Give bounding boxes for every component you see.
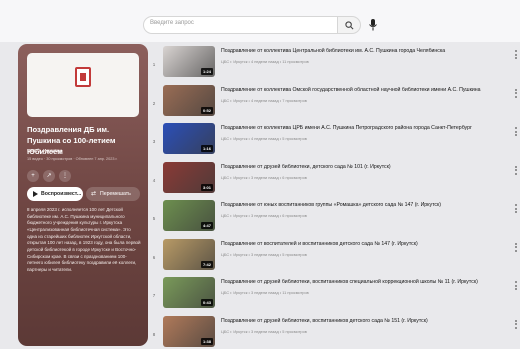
video-thumbnail[interactable]: 7:42 (163, 238, 215, 270)
video-more-icon[interactable] (515, 204, 518, 214)
playlist-video-row[interactable]: 8 1:38 Поздравление от друзей библиотеки, … (150, 314, 520, 349)
playlist-channel[interactable]: ЦБС г. Иркутск (27, 149, 62, 154)
save-playlist-icon[interactable]: + (27, 170, 39, 182)
video-title[interactable]: Поздравление от друзей библиотеки, воспи… (221, 318, 516, 324)
play-icon (33, 191, 38, 197)
search-placeholder: Введите запрос (150, 20, 194, 26)
share-icon[interactable]: ↗ (43, 170, 55, 182)
library-logo-icon (75, 67, 91, 87)
video-more-icon[interactable] (515, 242, 518, 253)
playlist-video-row[interactable]: 6 7:42 Поздравление от воспитателей и восп… (150, 237, 520, 275)
shuffle-label: Перемешать (100, 191, 131, 197)
video-thumbnail[interactable]: 1:16 (163, 123, 215, 154)
playlist-video-row[interactable]: 5 4:47 Поздравление от юных воспитанников … (150, 198, 520, 236)
playlist-video-row[interactable]: 7 0:43 Поздравление от друзей библиотеки, … (150, 275, 520, 313)
video-more-icon[interactable] (515, 127, 518, 137)
video-more-icon[interactable] (515, 88, 518, 99)
video-duration: 1:38 (200, 337, 213, 345)
video-thumbnail[interactable]: 1:38 (163, 315, 215, 347)
video-duration: 7:42 (200, 260, 213, 268)
playlist-video-row[interactable]: 2 0:52 Поздравление от коллектива Омской г… (150, 83, 520, 121)
video-index: 4 (152, 177, 156, 183)
video-title[interactable]: Поздравление от коллектива Центральной б… (221, 48, 516, 54)
play-all-button[interactable]: Воспроизвест... (27, 187, 83, 201)
more-options-icon[interactable]: ⋮ (59, 170, 71, 182)
playlist-video-row[interactable]: 4 3:01 Поздравление от друзей библиотеки, … (150, 160, 520, 198)
video-thumbnail[interactable]: 0:43 (163, 277, 215, 308)
video-thumbnail[interactable]: 3:01 (163, 161, 215, 193)
playlist-actions: + ↗ ⋮ (27, 170, 87, 182)
video-more-icon[interactable] (515, 319, 518, 330)
playlist-cover[interactable] (27, 53, 139, 117)
video-meta: ЦБС г. Иркутск • 3 недели назад • 6 прос… (221, 174, 307, 180)
video-meta: ЦБС г. Иркутск • 4 недели назад • 11 про… (221, 59, 309, 64)
video-more-icon[interactable] (515, 50, 518, 60)
video-duration: 1:16 (200, 145, 213, 152)
shuffle-button[interactable]: ⇄ Перемешать (86, 187, 140, 201)
video-index: 7 (152, 293, 156, 298)
search-input[interactable]: Введите запрос (143, 16, 338, 34)
video-index: 8 (152, 331, 156, 337)
video-duration: 0:43 (200, 299, 213, 306)
video-title[interactable]: Поздравление от коллектива Омской госуда… (221, 87, 516, 93)
video-duration: 0:52 (200, 106, 213, 114)
shuffle-icon: ⇄ (91, 191, 97, 197)
microphone-icon[interactable] (368, 18, 378, 32)
video-meta: ЦБС г. Иркутск • 3 недели назад • 5 прос… (221, 251, 307, 257)
video-meta: ЦБС г. Иркутск • 3 недели назад • 6 прос… (221, 213, 307, 218)
search-button[interactable] (337, 16, 361, 34)
video-title[interactable]: Поздравление от друзей библиотеки, детск… (221, 164, 516, 170)
video-thumbnail[interactable]: 4:47 (163, 200, 215, 231)
play-all-label: Воспроизвест... (41, 191, 82, 197)
video-more-icon[interactable] (515, 281, 518, 291)
playlist-meta: 15 видео · 30 просмотров · Обновлен 7 ап… (27, 157, 118, 161)
video-meta: ЦБС г. Иркутск • 4 недели назад • 7 прос… (221, 97, 307, 103)
video-meta: ЦБС г. Иркутск • 4 недели назад • 5 прос… (221, 136, 307, 141)
video-thumbnail[interactable]: 1:24 (163, 46, 215, 77)
playlist-video-row[interactable]: 3 1:16 Поздравление от коллектива ЦРБ имен… (150, 121, 520, 159)
video-title[interactable]: Поздравление от коллектива ЦРБ имени А.С… (221, 125, 516, 131)
video-index: 2 (152, 100, 156, 106)
video-index: 6 (152, 254, 156, 260)
video-meta: ЦБС г. Иркутск • 3 недели назад • 11 про… (221, 290, 309, 295)
video-title[interactable]: Поздравление от юных воспитанников групп… (221, 202, 516, 208)
video-thumbnail[interactable]: 0:52 (163, 84, 215, 116)
top-bar: Введите запрос (0, 0, 520, 42)
video-index: 5 (152, 216, 156, 221)
video-duration: 4:47 (200, 222, 213, 229)
video-title[interactable]: Поздравление от воспитателей и воспитанн… (221, 241, 516, 247)
video-duration: 3:01 (200, 183, 213, 191)
video-meta: ЦБС г. Иркутск • 3 недели назад • 5 прос… (221, 328, 307, 334)
video-more-icon[interactable] (515, 165, 518, 176)
video-title[interactable]: Поздравление от друзей библиотеки, воспи… (221, 279, 516, 285)
playlist-description: 8 апреля 2023 г. исполняется 100 лет Дет… (27, 207, 141, 272)
video-index: 1 (152, 62, 156, 67)
playlist-panel: Поздравления ДБ им. Пушкина со 100-летие… (18, 44, 148, 346)
search-icon (345, 21, 354, 30)
video-index: 3 (152, 139, 156, 144)
video-duration: 1:24 (200, 68, 213, 75)
playlist-video-row[interactable]: 1 1:24 Поздравление от коллектива Централь… (150, 44, 520, 82)
